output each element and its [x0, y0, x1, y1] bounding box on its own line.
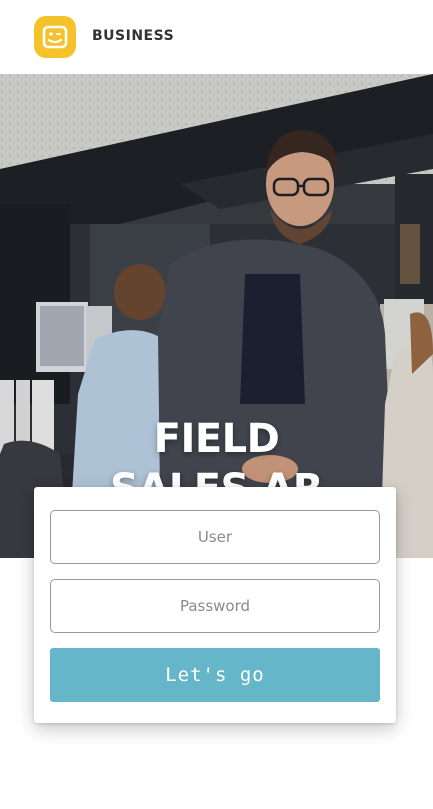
login-card: Let's go: [34, 487, 396, 723]
user-input[interactable]: [50, 510, 380, 564]
lets-go-button[interactable]: Let's go: [50, 648, 380, 702]
brand-label: BUSINESS: [92, 28, 175, 44]
password-input[interactable]: [50, 579, 380, 633]
hero-image: FIELD SALES AR: [0, 74, 433, 558]
app-title-line1: FIELD: [153, 416, 280, 462]
app-header: BUSINESS: [0, 0, 433, 74]
smiley-logo-icon: [34, 16, 76, 58]
